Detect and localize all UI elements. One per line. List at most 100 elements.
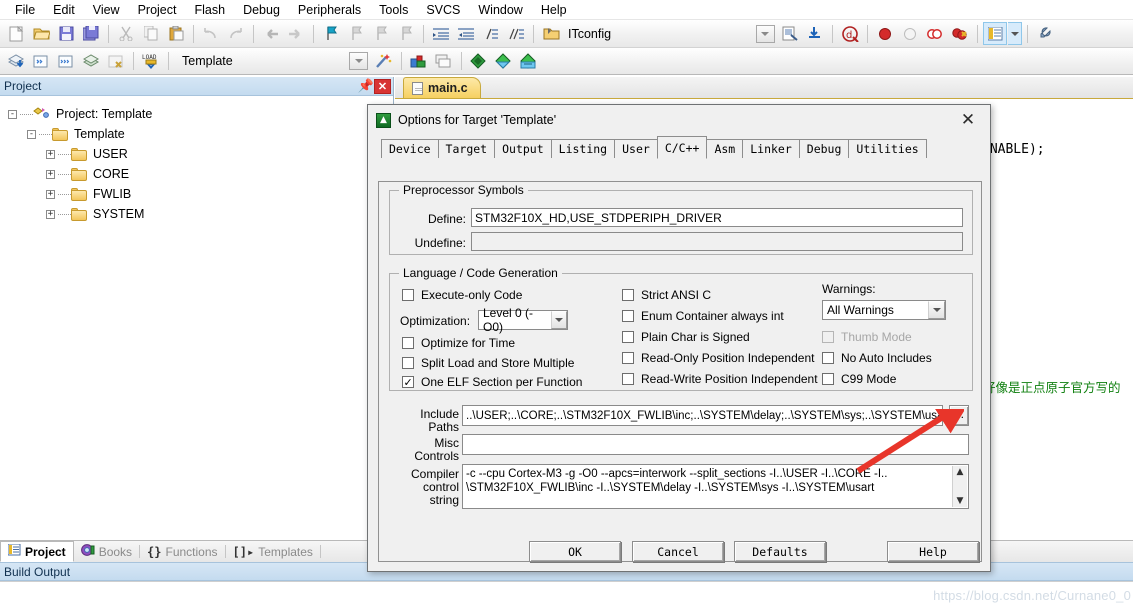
- help-button[interactable]: Help: [887, 541, 979, 562]
- build-icon[interactable]: [4, 50, 28, 73]
- uncomment-icon[interactable]: [504, 22, 528, 45]
- checkbox-one-elf-section-per-function[interactable]: ✓ One ELF Section per Function: [402, 375, 582, 389]
- tree-item-project[interactable]: - Project: Template: [6, 104, 393, 124]
- checkbox-box[interactable]: [822, 352, 834, 364]
- menu-item-svcs[interactable]: SVCS: [417, 1, 469, 19]
- bottom-tab-templates[interactable]: []▸ Templates: [226, 541, 320, 562]
- checkbox-strict-ansi-c[interactable]: Strict ANSI C: [622, 288, 711, 302]
- ok-button[interactable]: OK: [529, 541, 621, 562]
- close-icon[interactable]: ✕: [374, 78, 391, 94]
- checkbox-c99-mode[interactable]: C99 Mode: [822, 372, 896, 386]
- checkbox-box[interactable]: [402, 357, 414, 369]
- tab-c-cpp[interactable]: C/C++: [656, 136, 708, 159]
- batch-build-icon[interactable]: [54, 50, 78, 73]
- expander-toggle[interactable]: +: [46, 169, 55, 179]
- checkbox-no-auto-includes[interactable]: No Auto Includes: [822, 351, 932, 365]
- checkbox-box[interactable]: [622, 352, 634, 364]
- chevron-up-icon[interactable]: ▲: [957, 466, 964, 478]
- comment-icon[interactable]: [479, 22, 503, 45]
- multi-project-icon[interactable]: [432, 50, 456, 73]
- menu-item-file[interactable]: File: [6, 1, 44, 19]
- open-folder-icon[interactable]: [29, 22, 53, 45]
- expander-toggle[interactable]: -: [8, 109, 17, 119]
- tab-utilities[interactable]: Utilities: [848, 139, 927, 158]
- chevron-down-icon[interactable]: [928, 301, 945, 319]
- magic-wand-icon[interactable]: [372, 50, 396, 73]
- editor-tab-main-c[interactable]: main.c: [403, 77, 481, 98]
- checkbox-optimize-for-time[interactable]: Optimize for Time: [402, 336, 515, 350]
- new-file-icon[interactable]: [4, 22, 28, 45]
- configuration-file-icon[interactable]: [778, 22, 802, 45]
- checkbox-box[interactable]: [622, 310, 634, 322]
- menu-item-peripherals[interactable]: Peripherals: [289, 1, 370, 19]
- checkbox-box[interactable]: ✓: [402, 376, 414, 388]
- disable-all-breakpoints-icon[interactable]: [923, 22, 947, 45]
- tab-device[interactable]: Device: [381, 139, 439, 158]
- tree-item-system[interactable]: + SYSTEM: [6, 204, 393, 224]
- rebuild-icon[interactable]: [29, 50, 53, 73]
- checkbox-box[interactable]: [622, 331, 634, 343]
- bottom-tab-project[interactable]: Project: [0, 541, 74, 562]
- project-window-dropdown-icon[interactable]: [1008, 22, 1023, 45]
- checkbox-enum-container-always-int[interactable]: Enum Container always int: [622, 309, 784, 323]
- project-tree[interactable]: - Project: Template - Template + USER + …: [0, 96, 393, 224]
- expander-toggle[interactable]: -: [27, 129, 36, 139]
- menu-item-help[interactable]: Help: [532, 1, 576, 19]
- expander-toggle[interactable]: +: [46, 209, 55, 219]
- start-debug-icon[interactable]: d: [838, 22, 862, 45]
- tab-user[interactable]: User: [614, 139, 658, 158]
- tree-item-user[interactable]: + USER: [6, 144, 393, 164]
- pack-installer-icon[interactable]: [467, 50, 491, 73]
- checkbox-execute-only-code[interactable]: Execute-only Code: [402, 288, 522, 302]
- chevron-down-icon[interactable]: [550, 311, 567, 329]
- dialog-tab-row[interactable]: Device Target Output Listing User C/C++ …: [368, 135, 990, 159]
- define-input[interactable]: STM32F10X_HD,USE_STDPERIPH_DRIVER: [471, 208, 963, 227]
- optimization-select[interactable]: Level 0 (-O0): [478, 306, 568, 334]
- expander-toggle[interactable]: +: [46, 149, 55, 159]
- menu-item-view[interactable]: View: [84, 1, 129, 19]
- target-combo-dropdown[interactable]: [347, 50, 371, 73]
- checkbox-box[interactable]: [622, 373, 634, 385]
- tab-linker[interactable]: Linker: [742, 139, 800, 158]
- checkbox-box[interactable]: [402, 337, 414, 349]
- tab-target[interactable]: Target: [437, 139, 496, 158]
- kill-all-breakpoints-icon[interactable]: [948, 22, 972, 45]
- translate-file-icon[interactable]: [79, 50, 103, 73]
- tab-asm[interactable]: Asm: [706, 139, 744, 158]
- expander-toggle[interactable]: +: [46, 189, 55, 199]
- configuration-wizard-icon[interactable]: [539, 22, 563, 45]
- save-icon[interactable]: [54, 22, 78, 45]
- checkbox-box[interactable]: [402, 289, 414, 301]
- bookmark-icon[interactable]: [319, 22, 343, 45]
- menu-item-project[interactable]: Project: [129, 1, 186, 19]
- browse-include-paths-button[interactable]: ...: [949, 405, 969, 426]
- menu-item-edit[interactable]: Edit: [44, 1, 84, 19]
- include-paths-input[interactable]: ..\USER;..\CORE;..\STM32F10X_FWLIB\inc;.…: [462, 405, 943, 426]
- pin-icon[interactable]: 📌: [358, 78, 374, 94]
- config-combo-dropdown[interactable]: [753, 22, 777, 45]
- copy-icon[interactable]: [139, 22, 163, 45]
- undefine-input[interactable]: [471, 232, 963, 251]
- tree-item-fwlib[interactable]: + FWLIB: [6, 184, 393, 204]
- outdent-icon[interactable]: [454, 22, 478, 45]
- misc-controls-input[interactable]: [462, 434, 969, 455]
- checkbox-split-load-store-multiple[interactable]: Split Load and Store Multiple: [402, 356, 574, 370]
- compiler-control-string-textarea[interactable]: -c --cpu Cortex-M3 -g -O0 --apcs=interwo…: [462, 464, 969, 509]
- close-icon[interactable]: ✕: [946, 105, 990, 134]
- download-icon[interactable]: [803, 22, 827, 45]
- indent-icon[interactable]: [429, 22, 453, 45]
- checkbox-plain-char-is-signed[interactable]: Plain Char is Signed: [622, 330, 750, 344]
- vertical-scrollbar[interactable]: ▲ ▼: [952, 466, 967, 507]
- defaults-button[interactable]: Defaults: [734, 541, 826, 562]
- cut-icon[interactable]: [114, 22, 138, 45]
- menu-item-window[interactable]: Window: [469, 1, 531, 19]
- paste-icon[interactable]: [164, 22, 188, 45]
- checkbox-read-write-position-independent[interactable]: Read-Write Position Independent: [622, 372, 818, 386]
- checkbox-box[interactable]: [622, 289, 634, 301]
- options-for-target-icon[interactable]: [1033, 22, 1057, 45]
- warnings-select[interactable]: All Warnings: [822, 300, 946, 320]
- save-all-icon[interactable]: [79, 22, 103, 45]
- menu-item-debug[interactable]: Debug: [234, 1, 289, 19]
- pack-manage-icon[interactable]: [517, 50, 541, 73]
- breakpoint-disabled-icon[interactable]: [898, 22, 922, 45]
